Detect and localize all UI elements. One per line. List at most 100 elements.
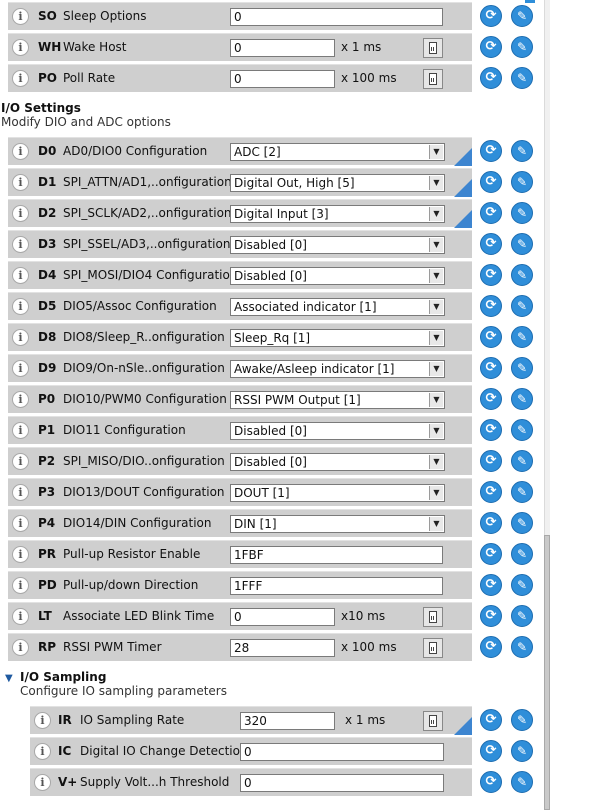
info-icon[interactable]: i bbox=[12, 70, 29, 87]
calculator-icon[interactable] bbox=[423, 711, 443, 731]
read-button[interactable]: ⟳ bbox=[480, 388, 502, 410]
read-button[interactable]: ⟳ bbox=[480, 543, 502, 565]
calculator-icon[interactable] bbox=[423, 38, 443, 58]
read-button[interactable]: ⟳ bbox=[480, 605, 502, 627]
info-icon[interactable]: i bbox=[12, 8, 29, 25]
read-button[interactable]: ⟳ bbox=[480, 481, 502, 503]
write-button[interactable]: ✎ bbox=[511, 326, 533, 348]
read-button[interactable]: ⟳ bbox=[480, 5, 502, 27]
read-button[interactable]: ⟳ bbox=[480, 171, 502, 193]
info-icon[interactable]: i bbox=[12, 143, 29, 160]
read-button[interactable]: ⟳ bbox=[480, 140, 502, 162]
write-button[interactable]: ✎ bbox=[511, 419, 533, 441]
read-button[interactable]: ⟳ bbox=[480, 709, 502, 731]
dropdown-arrow-icon[interactable]: ▼ bbox=[429, 145, 443, 159]
info-icon[interactable]: i bbox=[12, 546, 29, 563]
read-button[interactable]: ⟳ bbox=[480, 326, 502, 348]
config-select[interactable]: DOUT [1] ▼ bbox=[230, 484, 445, 502]
read-button[interactable]: ⟳ bbox=[480, 419, 502, 441]
config-select[interactable]: Associated indicator [1] ▼ bbox=[230, 298, 445, 316]
value-field[interactable]: 1FFF bbox=[230, 577, 443, 595]
info-icon[interactable]: i bbox=[34, 774, 51, 791]
dropdown-arrow-icon[interactable]: ▼ bbox=[429, 424, 443, 438]
write-button[interactable]: ✎ bbox=[511, 295, 533, 317]
write-button[interactable]: ✎ bbox=[511, 202, 533, 224]
write-button[interactable]: ✎ bbox=[511, 740, 533, 762]
calculator-icon[interactable] bbox=[423, 638, 443, 658]
write-button[interactable]: ✎ bbox=[511, 233, 533, 255]
info-icon[interactable]: i bbox=[12, 205, 29, 222]
read-button[interactable]: ⟳ bbox=[480, 771, 502, 793]
info-icon[interactable]: i bbox=[12, 329, 29, 346]
config-select[interactable]: Disabled [0] ▼ bbox=[230, 267, 445, 285]
calculator-icon[interactable] bbox=[423, 69, 443, 89]
dropdown-arrow-icon[interactable]: ▼ bbox=[429, 300, 443, 314]
info-icon[interactable]: i bbox=[12, 360, 29, 377]
config-select[interactable]: Digital Input [3] ▼ bbox=[230, 205, 445, 223]
info-icon[interactable]: i bbox=[12, 484, 29, 501]
scrollbar-thumb[interactable] bbox=[544, 535, 550, 810]
read-button[interactable]: ⟳ bbox=[480, 450, 502, 472]
write-button[interactable]: ✎ bbox=[511, 512, 533, 534]
read-button[interactable]: ⟳ bbox=[480, 202, 502, 224]
read-button[interactable]: ⟳ bbox=[480, 67, 502, 89]
config-select[interactable]: RSSI PWM Output [1] ▼ bbox=[230, 391, 445, 409]
info-icon[interactable]: i bbox=[12, 608, 29, 625]
write-button[interactable]: ✎ bbox=[511, 450, 533, 472]
write-button[interactable]: ✎ bbox=[511, 67, 533, 89]
section-title[interactable]: I/O Sampling bbox=[20, 670, 106, 684]
value-field[interactable]: 0 bbox=[240, 743, 444, 761]
config-select[interactable]: ADC [2] ▼ bbox=[230, 143, 445, 161]
write-button[interactable]: ✎ bbox=[511, 5, 533, 27]
info-icon[interactable]: i bbox=[34, 743, 51, 760]
config-select[interactable]: Sleep_Rq [1] ▼ bbox=[230, 329, 445, 347]
write-button[interactable]: ✎ bbox=[511, 543, 533, 565]
sleep-options-field[interactable]: 0 bbox=[230, 8, 443, 26]
value-field[interactable]: 0 bbox=[230, 608, 335, 626]
read-button[interactable]: ⟳ bbox=[480, 636, 502, 658]
read-button[interactable]: ⟳ bbox=[480, 357, 502, 379]
info-icon[interactable]: i bbox=[12, 236, 29, 253]
config-select[interactable]: Awake/Asleep indicator [1] ▼ bbox=[230, 360, 445, 378]
dropdown-arrow-icon[interactable]: ▼ bbox=[429, 455, 443, 469]
info-icon[interactable]: i bbox=[12, 267, 29, 284]
poll-rate-field[interactable]: 0 bbox=[230, 70, 335, 88]
write-button[interactable]: ✎ bbox=[511, 388, 533, 410]
write-button[interactable]: ✎ bbox=[511, 171, 533, 193]
config-select[interactable]: DIN [1] ▼ bbox=[230, 515, 445, 533]
info-icon[interactable]: i bbox=[12, 639, 29, 656]
read-button[interactable]: ⟳ bbox=[480, 295, 502, 317]
write-button[interactable]: ✎ bbox=[511, 264, 533, 286]
dropdown-arrow-icon[interactable]: ▼ bbox=[429, 207, 443, 221]
value-field[interactable]: 28 bbox=[230, 639, 335, 657]
dropdown-arrow-icon[interactable]: ▼ bbox=[429, 486, 443, 500]
info-icon[interactable]: i bbox=[12, 39, 29, 56]
dropdown-arrow-icon[interactable]: ▼ bbox=[429, 517, 443, 531]
dropdown-arrow-icon[interactable]: ▼ bbox=[429, 238, 443, 252]
write-button[interactable]: ✎ bbox=[511, 357, 533, 379]
dropdown-arrow-icon[interactable]: ▼ bbox=[429, 176, 443, 190]
value-field[interactable]: 0 bbox=[240, 774, 444, 792]
info-icon[interactable]: i bbox=[12, 515, 29, 532]
write-button[interactable]: ✎ bbox=[511, 636, 533, 658]
config-select[interactable]: Disabled [0] ▼ bbox=[230, 422, 445, 440]
info-icon[interactable]: i bbox=[12, 391, 29, 408]
info-icon[interactable]: i bbox=[12, 298, 29, 315]
dropdown-arrow-icon[interactable]: ▼ bbox=[429, 331, 443, 345]
write-button[interactable]: ✎ bbox=[511, 605, 533, 627]
read-button[interactable]: ⟳ bbox=[480, 233, 502, 255]
write-button[interactable]: ✎ bbox=[511, 36, 533, 58]
config-select[interactable]: Disabled [0] ▼ bbox=[230, 453, 445, 471]
read-button[interactable]: ⟳ bbox=[480, 264, 502, 286]
info-icon[interactable]: i bbox=[12, 453, 29, 470]
info-icon[interactable]: i bbox=[12, 422, 29, 439]
write-button[interactable]: ✎ bbox=[511, 771, 533, 793]
write-button[interactable]: ✎ bbox=[511, 709, 533, 731]
config-select[interactable]: Disabled [0] ▼ bbox=[230, 236, 445, 254]
dropdown-arrow-icon[interactable]: ▼ bbox=[429, 362, 443, 376]
collapse-toggle-icon[interactable]: ▼ bbox=[5, 673, 13, 684]
read-button[interactable]: ⟳ bbox=[480, 36, 502, 58]
dropdown-arrow-icon[interactable]: ▼ bbox=[429, 393, 443, 407]
read-button[interactable]: ⟳ bbox=[480, 574, 502, 596]
info-icon[interactable]: i bbox=[12, 577, 29, 594]
